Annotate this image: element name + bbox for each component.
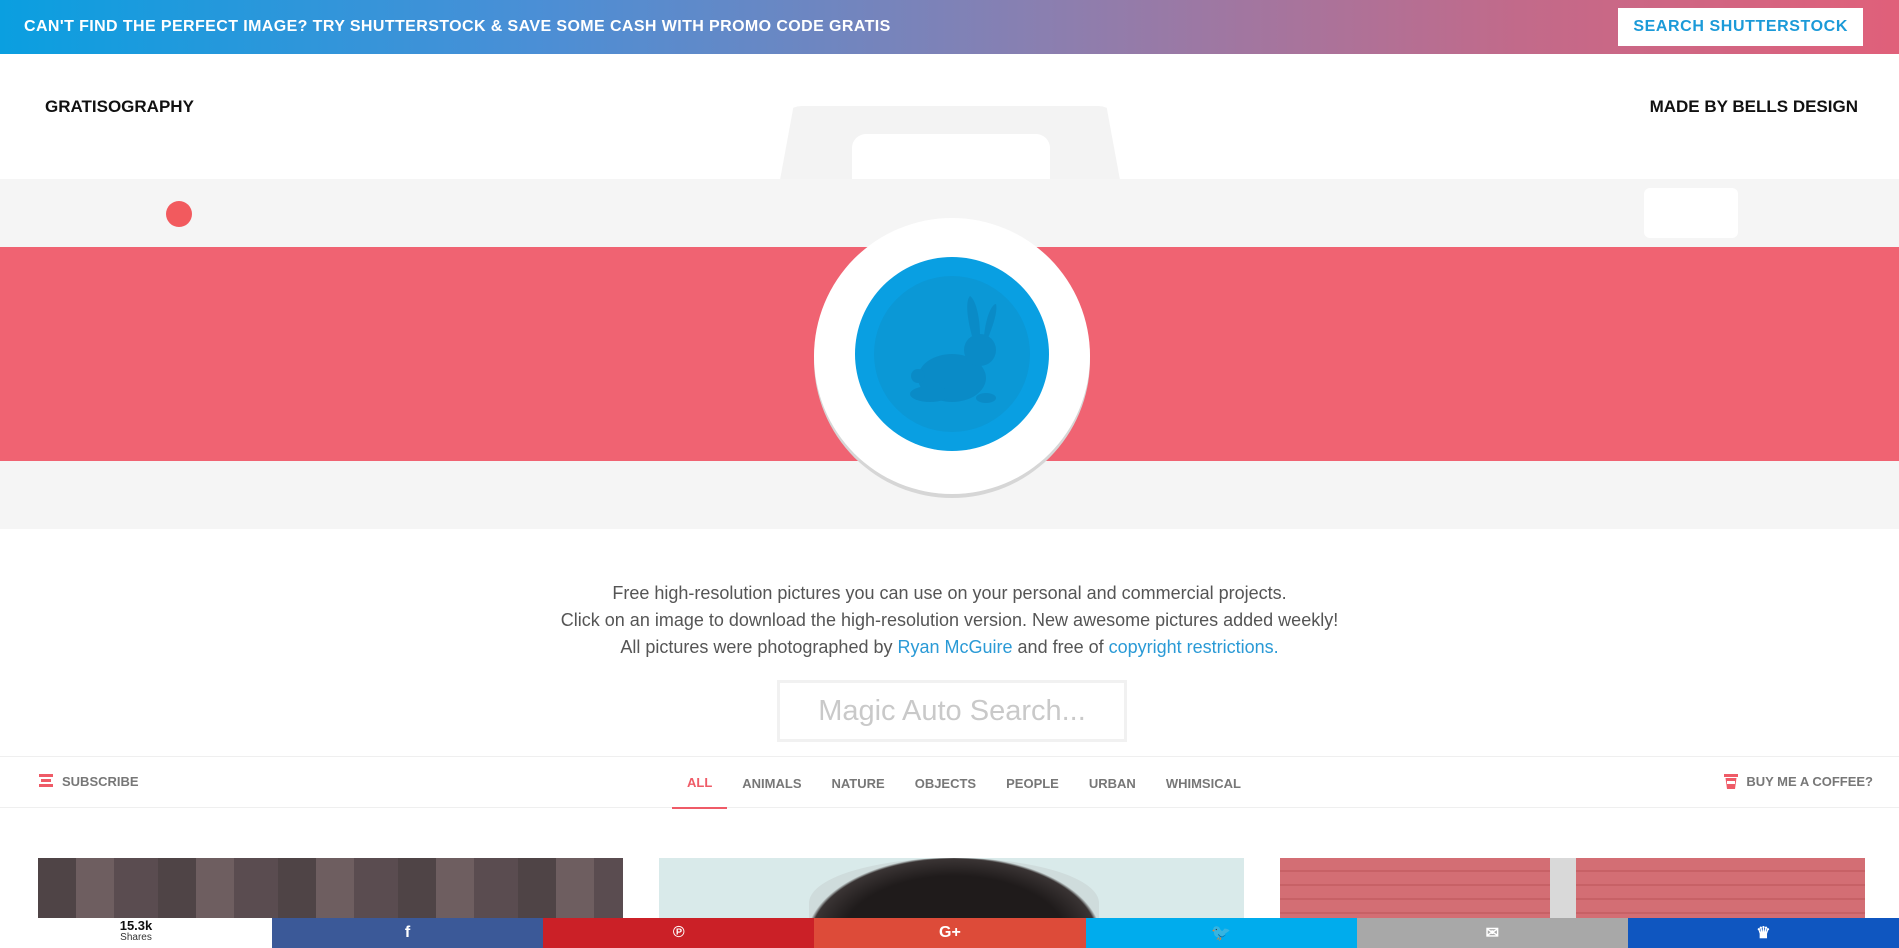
coffee-cup-icon <box>1724 774 1739 789</box>
buy-coffee-link[interactable]: BUY ME A COFFEE? <box>1724 773 1873 790</box>
photo-thumbnail-wood[interactable] <box>38 858 623 918</box>
tab-objects[interactable]: OBJECTS <box>900 757 991 809</box>
pinterest-icon: ℗ <box>672 924 685 941</box>
pinterest-share-button[interactable]: ℗ <box>543 918 815 948</box>
tab-all[interactable]: ALL <box>672 757 728 809</box>
facebook-icon: f <box>404 924 411 941</box>
tab-urban[interactable]: URBAN <box>1074 757 1151 809</box>
intro-line-3: All pictures were photographed by Ryan M… <box>0 634 1899 661</box>
search-input[interactable] <box>780 683 1124 739</box>
tab-people[interactable]: PEOPLE <box>991 757 1074 809</box>
email-icon: ✉ <box>1485 925 1499 942</box>
camera-record-dot <box>166 201 192 227</box>
intro-line-1: Free high-resolution pictures you can us… <box>612 583 1287 603</box>
google-plus-icon: G+ <box>939 924 961 941</box>
crown-icon: ♛ <box>1756 925 1771 942</box>
facebook-share-button[interactable]: f <box>272 918 544 948</box>
filter-bar: SUBSCRIBE ALL ANIMALS NATURE OBJECTS PEO… <box>0 756 1899 809</box>
photo-pipe <box>1550 858 1576 918</box>
google-plus-share-button[interactable]: G+ <box>814 918 1086 948</box>
intro-line-3-prefix: All pictures were photographed by <box>620 637 893 657</box>
coffee-label: BUY ME A COFFEE? <box>1746 774 1873 789</box>
sumo-share-button[interactable]: ♛ <box>1627 918 1899 948</box>
share-count-number: 15.3k <box>119 918 153 933</box>
made-by-link[interactable]: MADE BY BELLS DESIGN <box>1650 97 1858 117</box>
photo-hair <box>809 858 1099 918</box>
tab-animals[interactable]: ANIMALS <box>727 757 816 809</box>
subscribe-link[interactable]: SUBSCRIBE <box>38 773 139 789</box>
promo-text: CAN'T FIND THE PERFECT IMAGE? TRY SHUTTE… <box>24 18 891 35</box>
photo-thumbnail-brick-wall[interactable] <box>1280 858 1865 918</box>
subscribe-label: SUBSCRIBE <box>62 773 139 789</box>
camera-flash <box>1644 188 1738 238</box>
share-bar: 15.3k Shares f ℗ G+ 🐦 ✉ ♛ <box>0 918 1899 948</box>
rabbit-icon <box>910 296 997 403</box>
tab-whimsical[interactable]: WHIMSICAL <box>1151 757 1256 809</box>
email-share-button[interactable]: ✉ <box>1356 918 1628 948</box>
twitter-share-button[interactable]: 🐦 <box>1085 918 1357 948</box>
share-count-label: Shares <box>120 932 152 943</box>
copyright-link[interactable]: copyright restrictions. <box>1109 637 1279 657</box>
subscribe-icon <box>39 774 53 787</box>
search-shutterstock-button[interactable]: SEARCH SHUTTERSTOCK <box>1618 8 1863 46</box>
category-tabs: ALL ANIMALS NATURE OBJECTS PEOPLE URBAN … <box>672 757 1256 809</box>
intro-line-2: Click on an image to download the high-r… <box>560 610 1339 630</box>
camera-handle-inner <box>852 134 1050 182</box>
photographer-link[interactable]: Ryan McGuire <box>898 637 1013 657</box>
twitter-icon: 🐦 <box>1211 925 1232 942</box>
tab-nature[interactable]: NATURE <box>817 757 900 809</box>
site-logo[interactable]: GRATISOGRAPHY <box>45 97 194 117</box>
intro-text: Free high-resolution pictures you can us… <box>0 580 1899 661</box>
search-box <box>777 680 1127 742</box>
intro-line-3-middle: and free of <box>1017 637 1104 657</box>
promo-banner: CAN'T FIND THE PERFECT IMAGE? TRY SHUTTE… <box>0 0 1899 54</box>
share-count: 15.3k Shares <box>0 918 272 948</box>
photo-thumbnail-girl[interactable] <box>659 858 1244 918</box>
